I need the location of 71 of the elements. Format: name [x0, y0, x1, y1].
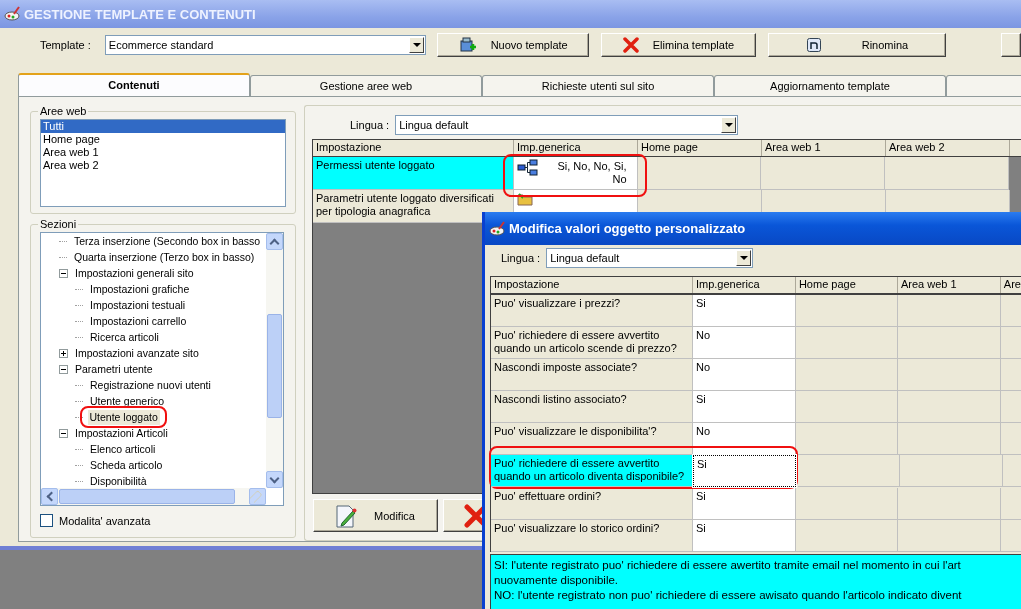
toolbar-button[interactable]: Elimina template: [601, 33, 756, 57]
table-cell[interactable]: Si: [693, 454, 796, 487]
edit-button[interactable]: Modifica: [313, 499, 438, 532]
tree-item[interactable]: Parametri utente: [73, 361, 155, 377]
column-header: Area web 1: [897, 277, 1001, 293]
table-cell[interactable]: Si: [693, 519, 796, 552]
tab[interactable]: Aggiornamento template: [714, 75, 946, 96]
tab[interactable]: Gestione aree web: [250, 75, 482, 96]
tree-item[interactable]: Impostazioni avanzate sito: [73, 345, 201, 361]
column-header: Area web 2: [886, 140, 1010, 156]
table-cell[interactable]: No: [693, 359, 796, 391]
tab[interactable]: Richieste utenti sul sito: [482, 75, 714, 96]
help-text: NO: l'utente registrato non puo' richiedere di essere awisato quando l'articolo indicato divent: [494, 587, 963, 603]
table-cell[interactable]: Nascondi listino associato?: [491, 391, 693, 423]
table-cell[interactable]: Puo' effettuare ordini?: [491, 487, 693, 520]
table-cell[interactable]: Si: [693, 295, 796, 327]
language-label: Lingua :: [501, 252, 541, 264]
table-cell[interactable]: Puo' richiedere di essere avvertito quando un articolo scende di prezzo?: [491, 327, 693, 359]
language-dropdown[interactable]: Lingua default: [395, 115, 739, 135]
table-cell[interactable]: Puo' visualizzare i prezzi?: [491, 295, 693, 327]
column-header: Imp.generica: [692, 277, 796, 293]
column-header: Are: [1002, 277, 1021, 292]
tree-item[interactable]: Impostazioni Articoli: [73, 425, 170, 441]
checkbox-label: Modalita' avanzata: [59, 514, 151, 527]
tree-item[interactable]: Scheda articolo: [88, 457, 165, 473]
language-dropdown[interactable]: Lingua default: [546, 248, 754, 268]
list-item[interactable]: Area web 2: [41, 159, 285, 172]
tree-item[interactable]: Impostazioni carrello: [88, 313, 189, 329]
tree-item[interactable]: Quarta inserzione (Terzo box in basso): [72, 249, 257, 265]
column-header: Impostazione: [313, 140, 514, 156]
table-cell[interactable]: Si, No, No, Si, No: [513, 156, 638, 190]
window-title: GESTIONE TEMPLATE E CONTENUTI: [24, 6, 256, 22]
help-text: nuovamente disponibile.: [494, 572, 620, 588]
table-cell[interactable]: Permessi utente loggato: [313, 157, 514, 190]
list-item[interactable]: Home page: [41, 133, 285, 146]
group-label: Aree web: [39, 105, 88, 117]
tree-item[interactable]: Ricerca articoli: [88, 329, 161, 345]
tree-item[interactable]: Utente generico: [88, 393, 167, 409]
table-cell[interactable]: No: [693, 327, 796, 359]
tree-item[interactable]: Utente loggato: [87, 409, 160, 425]
tree-item[interactable]: Impostazioni testuali: [88, 297, 188, 313]
tree-item[interactable]: Elenco articoli: [88, 441, 158, 457]
tree-item[interactable]: Registrazione nuovi utenti: [88, 377, 213, 393]
table-cell[interactable]: No: [693, 423, 796, 455]
tree-item[interactable]: Impostazioni generali sito: [73, 265, 196, 281]
column-header: Home page: [795, 277, 898, 293]
table-cell[interactable]: Si: [693, 391, 796, 423]
table-cell[interactable]: Parametri utente loggato diversificati per tipologia anagrafica: [313, 190, 514, 223]
toolbar-button[interactable]: Nuovo template: [437, 33, 590, 57]
dialog-title: Modifica valori oggetto personalizzato: [509, 221, 746, 236]
table-cell[interactable]: Nascondi imposte associate?: [491, 359, 693, 391]
table-cell[interactable]: Si: [693, 487, 796, 520]
tree-item[interactable]: Disponibilità: [88, 473, 149, 488]
tab[interactable]: Contenuti: [18, 73, 250, 96]
tree-item[interactable]: Terza inserzione (Secondo box in basso: [72, 233, 263, 249]
table-cell[interactable]: Puo' visualizzare lo storico ordini?: [491, 519, 693, 552]
template-label: Template :: [39, 39, 92, 51]
toolbar-button[interactable]: Rinomina: [767, 33, 947, 57]
group-label: Sezioni: [39, 218, 78, 230]
column-header: Area web 1: [762, 140, 886, 156]
template-dropdown[interactable]: Ecommerce standard: [104, 35, 427, 55]
list-item[interactable]: Tutti: [41, 120, 285, 133]
help-text: SI: l'utente registrato puo' richiedere di essere awertito tramite email nel momento in cui l'art: [494, 557, 962, 573]
column-header: Home page: [638, 140, 762, 156]
table-cell[interactable]: Puo' richiedere di essere avvertito quando un articolo diventa disponibile?: [491, 454, 693, 487]
column-header: Imp.generica: [514, 140, 638, 156]
list-item[interactable]: Area web 1: [41, 146, 285, 159]
language-label: Lingua :: [350, 119, 390, 131]
tree-item[interactable]: Impostazioni grafiche: [88, 281, 192, 297]
table-cell[interactable]: Puo' visualizzare le disponibilita'?: [491, 423, 693, 455]
column-header: Impostazione: [491, 277, 693, 293]
